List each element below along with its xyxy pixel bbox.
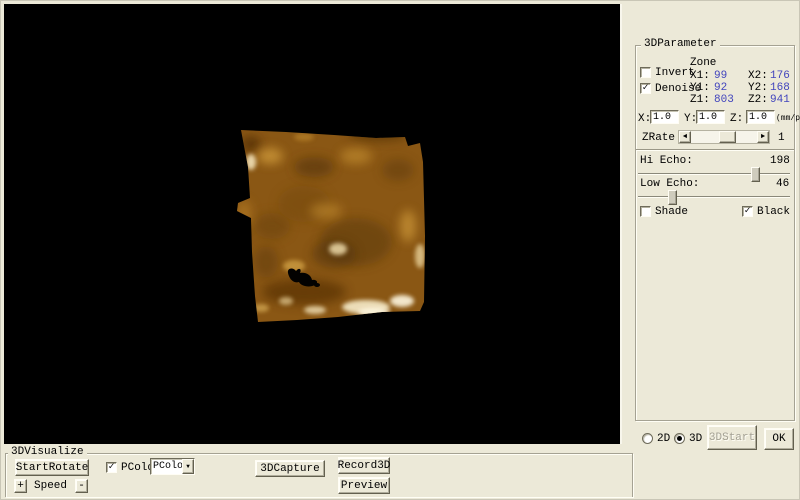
separator <box>636 149 794 151</box>
chevron-down-icon[interactable]: ▼ <box>182 459 194 474</box>
low-echo-thumb[interactable] <box>668 190 677 205</box>
zone-z2-value: 941 <box>770 94 790 106</box>
viewport-3d[interactable] <box>4 4 622 444</box>
zone-x2-value: 176 <box>770 70 790 82</box>
check-icon: ✓ <box>642 84 648 93</box>
low-echo-track <box>638 196 790 198</box>
denoise-checkbox[interactable]: ✓ <box>640 83 651 94</box>
zrate-scrollbar[interactable]: ◄ ► <box>678 130 770 144</box>
zone-x1-label: X1: <box>690 70 710 82</box>
zone-x1-value: 99 <box>714 70 727 82</box>
low-echo-label: Low Echo: <box>640 178 699 190</box>
zrate-label: ZRate <box>642 132 675 144</box>
scale-y-input[interactable] <box>696 110 725 124</box>
check-icon: ✓ <box>744 207 750 216</box>
check-icon: ✓ <box>108 463 114 472</box>
visualize-groupbox: 3DVisualize StartRotate + Speed - ✓ PCol… <box>5 453 633 497</box>
visualize-group-title: 3DVisualize <box>8 446 87 458</box>
speed-plus-button[interactable]: + <box>14 479 27 493</box>
radio-3d[interactable] <box>674 433 685 444</box>
hi-echo-label: Hi Echo: <box>640 155 693 167</box>
black-checkbox[interactable]: ✓ <box>742 206 753 217</box>
start-rotate-button[interactable]: StartRotate <box>15 459 89 476</box>
scale-z-label: Z: <box>730 113 743 125</box>
zrate-value: 1 <box>778 132 785 144</box>
zone-y2-label: Y2: <box>748 82 768 94</box>
zone-z2-label: Z2: <box>748 94 768 106</box>
black-label: Black <box>757 206 790 218</box>
record3d-button[interactable]: Record3D <box>338 457 390 474</box>
app-window: 3DParameter Invert ✓ Denoise Zone X1: 99… <box>0 0 800 500</box>
speed-minus-button[interactable]: - <box>75 479 88 493</box>
radio-2d[interactable] <box>642 433 653 444</box>
invert-label: Invert <box>655 67 695 79</box>
zone-x2-label: X2: <box>748 70 768 82</box>
pcolor-dropdown[interactable]: PColor ▼ <box>150 458 195 475</box>
hi-echo-value: 198 <box>770 155 790 167</box>
zrate-scroll-thumb[interactable] <box>719 131 736 143</box>
zone-z1-value: 803 <box>714 94 734 106</box>
scale-x-input[interactable] <box>650 110 679 124</box>
zone-label: Zone <box>690 57 716 69</box>
zone-z1-label: Z1: <box>690 94 710 106</box>
radio-2d-label: 2D <box>657 433 670 445</box>
3dcapture-button[interactable]: 3DCapture <box>255 460 325 477</box>
zone-y2-value: 168 <box>770 82 790 94</box>
pcolor-checkbox[interactable]: ✓ <box>106 462 117 473</box>
shade-label: Shade <box>655 206 688 218</box>
param-groupbox: 3DParameter Invert ✓ Denoise Zone X1: 99… <box>635 45 795 421</box>
3dstart-button[interactable]: 3DStart <box>707 425 757 450</box>
invert-checkbox[interactable] <box>640 67 651 78</box>
zone-y1-label: Y1: <box>690 82 710 94</box>
scale-z-input[interactable] <box>746 110 775 124</box>
low-echo-value: 46 <box>776 178 789 190</box>
zone-y1-value: 92 <box>714 82 727 94</box>
param-group-title: 3DParameter <box>641 38 720 50</box>
low-echo-slider[interactable] <box>638 190 790 205</box>
hi-echo-thumb[interactable] <box>751 167 760 182</box>
shade-checkbox[interactable] <box>640 206 651 217</box>
scale-unit-label: (mm/p) <box>776 114 800 123</box>
zrate-right-arrow-icon[interactable]: ► <box>757 131 769 143</box>
preview-button[interactable]: Preview <box>338 477 390 494</box>
hi-echo-track <box>638 173 790 175</box>
speed-label: Speed <box>34 480 67 492</box>
radio-3d-label: 3D <box>689 433 702 445</box>
ultrasound-render <box>226 116 432 332</box>
zrate-left-arrow-icon[interactable]: ◄ <box>679 131 691 143</box>
ok-button[interactable]: OK <box>764 428 794 450</box>
